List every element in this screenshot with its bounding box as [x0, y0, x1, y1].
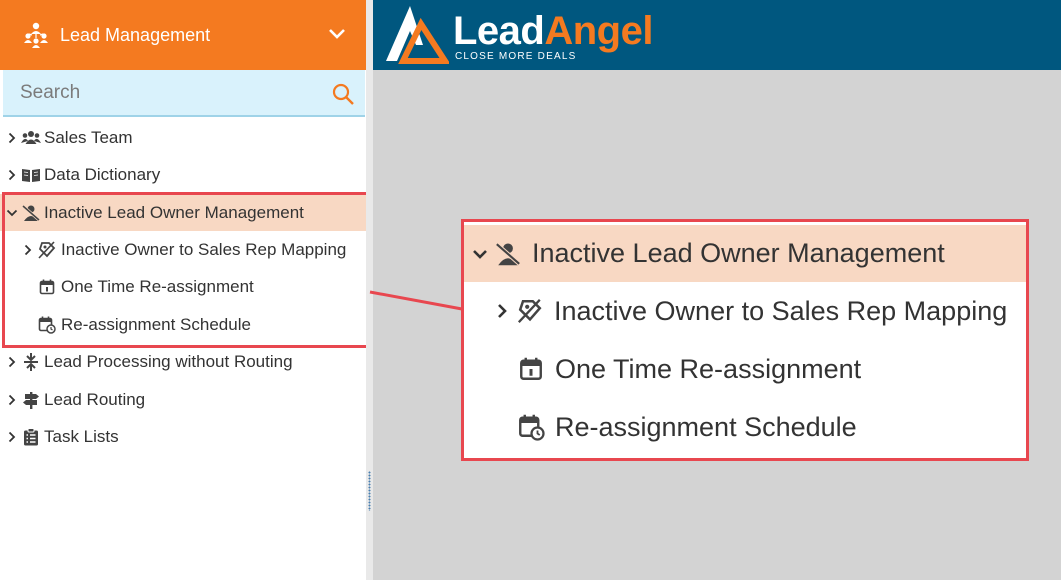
- callout-item-re-assignment-schedule: Re-assignment Schedule: [464, 398, 1026, 456]
- user-tag-icon: [515, 296, 545, 326]
- chevron-right-icon: [493, 303, 511, 319]
- callout-label: Inactive Owner to Sales Rep Mapping: [554, 295, 1008, 326]
- callout-label: Re-assignment Schedule: [555, 411, 857, 442]
- zoomed-callout: Inactive Lead Owner Management Inactive …: [461, 219, 1029, 461]
- calendar-day-icon: [516, 354, 546, 384]
- user-slash-icon: [493, 239, 523, 269]
- callout-item-inactive-owner-mapping: Inactive Owner to Sales Rep Mapping: [464, 282, 1026, 340]
- calendar-clock-icon: [516, 412, 546, 442]
- callout-label: One Time Re-assignment: [555, 353, 862, 384]
- callout-item-one-time-re-assignment: One Time Re-assignment: [464, 340, 1026, 398]
- callout-item-inactive-lead-owner-management: Inactive Lead Owner Management: [464, 225, 1026, 282]
- chevron-down-icon: [471, 249, 489, 259]
- callout-label: Inactive Lead Owner Management: [532, 238, 945, 268]
